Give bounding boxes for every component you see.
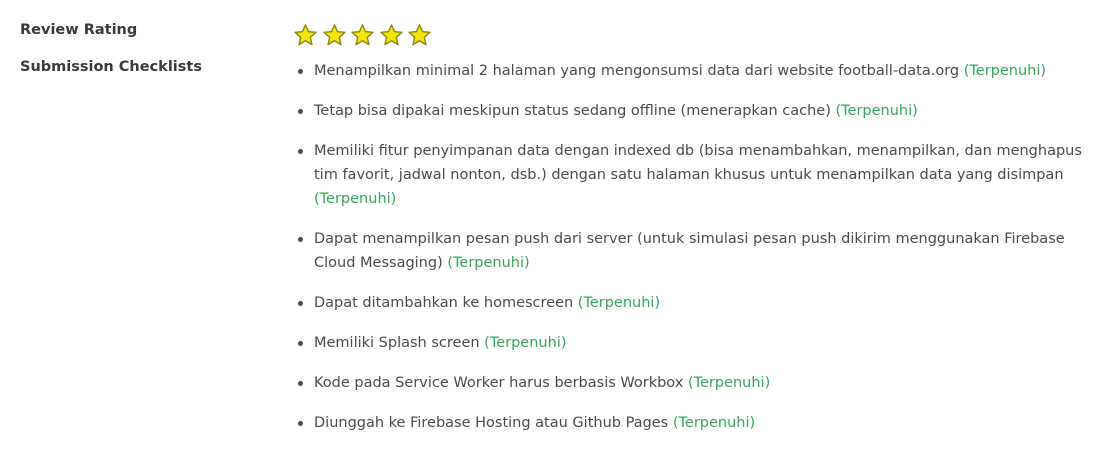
star-icon xyxy=(322,23,347,48)
list-item: Memiliki Splash screen (Terpenuhi) xyxy=(296,331,1086,355)
status-badge: (Terpenuhi) xyxy=(687,375,771,391)
bullet-icon xyxy=(298,236,303,242)
checklist-item-text: Diunggah ke Firebase Hosting atau Github… xyxy=(314,415,669,431)
review-rating-row: Review Rating xyxy=(0,22,1102,50)
checklist-item-text: Dapat menampilkan pesan push dari server… xyxy=(314,231,1065,271)
review-rating-label: Review Rating xyxy=(20,22,138,38)
checklist-item-text: Dapat ditambahkan ke homescreen xyxy=(314,295,574,311)
status-badge: (Terpenuhi) xyxy=(447,255,530,271)
bullet-icon xyxy=(298,380,303,386)
bullet-icon xyxy=(298,108,303,114)
checklist-item-text: Memiliki fitur penyimpanan data dengan i… xyxy=(314,143,1082,183)
checklist-item-text: Kode pada Service Worker harus berbasis … xyxy=(314,375,684,391)
bullet-icon xyxy=(298,420,303,426)
list-item: Memiliki fitur penyimpanan data dengan i… xyxy=(296,139,1086,211)
bullet-icon xyxy=(298,340,303,346)
list-item: Tetap bisa dipakai meskipun status sedan… xyxy=(296,99,1086,123)
checklist-item-text: Menampilkan minimal 2 halaman yang mengo… xyxy=(314,63,960,79)
submission-checklists-label: Submission Checklists xyxy=(20,59,202,75)
status-badge: (Terpenuhi) xyxy=(484,335,567,351)
checklist-item-text: Tetap bisa dipakai meskipun status sedan… xyxy=(314,103,831,119)
list-item: Diunggah ke Firebase Hosting atau Github… xyxy=(296,411,1086,435)
bullet-icon xyxy=(298,148,303,154)
star-icon xyxy=(407,23,432,48)
bullet-icon xyxy=(298,300,303,306)
list-item: Kode pada Service Worker harus berbasis … xyxy=(296,371,1086,395)
status-badge: (Terpenuhi) xyxy=(314,191,397,207)
status-badge: (Terpenuhi) xyxy=(672,415,756,431)
star-icon xyxy=(293,23,318,48)
star-rating xyxy=(293,23,432,48)
list-item: Dapat ditambahkan ke homescreen (Terpenu… xyxy=(296,291,1086,315)
star-icon xyxy=(350,23,375,48)
bullet-icon xyxy=(298,68,303,74)
list-item: Dapat menampilkan pesan push dari server… xyxy=(296,227,1086,275)
checklist: Menampilkan minimal 2 halaman yang mengo… xyxy=(296,59,1086,451)
status-badge: (Terpenuhi) xyxy=(963,63,1047,79)
star-icon xyxy=(379,23,404,48)
list-item: Menampilkan minimal 2 halaman yang mengo… xyxy=(296,59,1086,83)
status-badge: (Terpenuhi) xyxy=(577,295,661,311)
checklist-item-text: Memiliki Splash screen xyxy=(314,335,480,351)
status-badge: (Terpenuhi) xyxy=(835,103,918,119)
